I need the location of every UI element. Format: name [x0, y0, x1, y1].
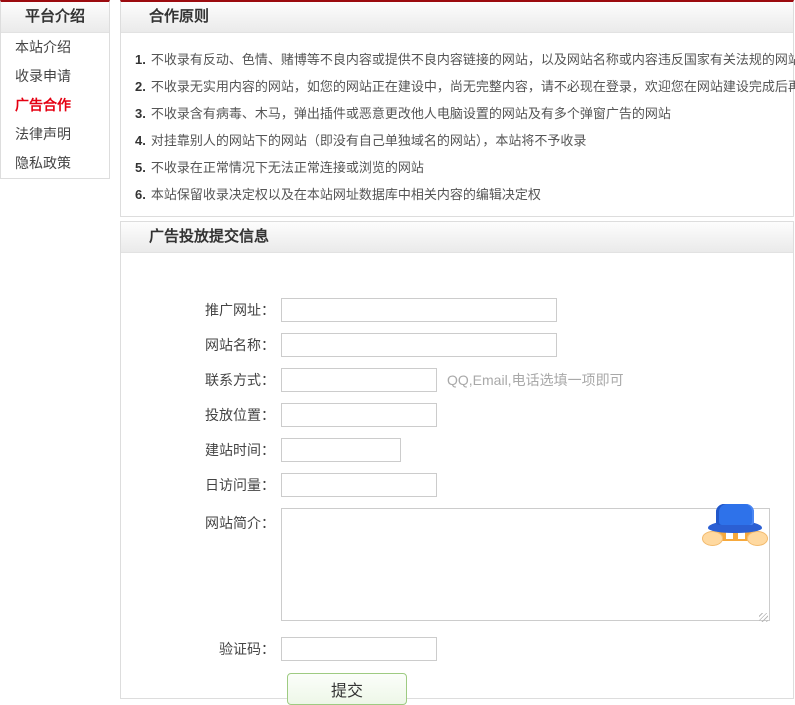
site-name-input[interactable] [281, 333, 557, 357]
sidebar-item-inclusion-apply[interactable]: 收录申请 [1, 62, 109, 91]
form-row: 网站名称： [121, 333, 793, 357]
site-created-input[interactable] [281, 438, 401, 462]
rule-text: 不收录无实用内容的网站，如您的网站正在建设中，尚无完整内容，请不必现在登录，欢迎… [151, 79, 795, 94]
mascot-left-paw [702, 531, 723, 546]
site-name-label: 网站名称： [121, 335, 281, 355]
form-row: 日访问量： [121, 473, 793, 497]
sidebar-item-ad-cooperation[interactable]: 广告合作 [1, 91, 109, 120]
sidebar: 平台介绍 本站介绍 收录申请 广告合作 法律声明 隐私政策 [0, 0, 110, 179]
rule-number: 1. [135, 52, 146, 67]
form-row: 验证码： [121, 637, 793, 661]
rule-number: 3. [135, 106, 146, 121]
ad-position-input[interactable] [281, 403, 437, 427]
rule-item: 4. 对挂靠别人的网站下的网站（即没有自己单独域名的网站），本站将不予收录 [135, 127, 779, 154]
rule-text: 不收录含有病毒、木马，弹出插件或恶意更改他人电脑设置的网站及有多个弹窗广告的网站 [151, 106, 671, 121]
rule-item: 6. 本站保留收录决定权以及在本站网址数据库中相关内容的编辑决定权 [135, 181, 779, 208]
sidebar-item-privacy-policy[interactable]: 隐私政策 [1, 149, 109, 178]
form-row: 建站时间： [121, 438, 793, 462]
site-url-input[interactable] [281, 298, 557, 322]
rule-number: 2. [135, 79, 146, 94]
site-url-label: 推广网址： [121, 300, 281, 320]
mascot-right-paw [747, 531, 768, 546]
sidebar-item-site-intro[interactable]: 本站介绍 [1, 33, 109, 62]
rule-item: 3. 不收录含有病毒、木马，弹出插件或恶意更改他人电脑设置的网站及有多个弹窗广告的… [135, 100, 779, 127]
peeking-mascot-widget[interactable] [702, 504, 768, 550]
ad-form-title: 广告投放提交信息 [121, 222, 793, 253]
submit-button[interactable]: 提交 [287, 673, 407, 705]
site-intro-textarea[interactable] [281, 508, 770, 621]
ad-position-label: 投放位置： [121, 405, 281, 425]
site-created-label: 建站时间： [121, 440, 281, 460]
sidebar-title: 平台介绍 [1, 2, 109, 33]
rule-text: 对挂靠别人的网站下的网站（即没有自己单独域名的网站），本站将不予收录 [151, 133, 587, 148]
rule-number: 4. [135, 133, 146, 148]
sidebar-menu: 本站介绍 收录申请 广告合作 法律声明 隐私政策 [1, 33, 109, 178]
captcha-input[interactable] [281, 637, 437, 661]
site-intro-label: 网站简介： [121, 508, 281, 533]
contact-input[interactable] [281, 368, 437, 392]
captcha-label: 验证码： [121, 639, 281, 659]
principles-list: 1. 不收录有反动、色情、赌博等不良内容或提供不良内容链接的网站，以及网站名称或内… [121, 33, 793, 221]
rule-text: 本站保留收录决定权以及在本站网址数据库中相关内容的编辑决定权 [151, 187, 541, 202]
rule-text: 不收录有反动、色情、赌博等不良内容或提供不良内容链接的网站，以及网站名称或内容违… [151, 52, 795, 67]
form-row: 推广网址： [121, 298, 793, 322]
daily-visits-label: 日访问量： [121, 475, 281, 495]
rule-item: 5. 不收录在正常情况下无法正常连接或浏览的网站 [135, 154, 779, 181]
mascot-blue-hat-icon [716, 504, 754, 525]
contact-hint: QQ,Email,电话选填一项即可 [447, 370, 624, 390]
ad-form-panel: 广告投放提交信息 推广网址： 网站名称： 联系方式： QQ,Email,电话选填… [120, 221, 794, 699]
contact-label: 联系方式： [121, 370, 281, 390]
rule-item: 2.不收录无实用内容的网站，如您的网站正在建设中，尚无完整内容，请不必现在登录，… [135, 73, 779, 100]
rule-item: 1.不收录有反动、色情、赌博等不良内容或提供不良内容链接的网站，以及网站名称或内… [135, 46, 779, 73]
principles-title: 合作原则 [121, 2, 793, 33]
rule-number: 6. [135, 187, 146, 202]
daily-visits-input[interactable] [281, 473, 437, 497]
form-row: 网站简介： [121, 508, 793, 626]
rule-text: 不收录在正常情况下无法正常连接或浏览的网站 [151, 160, 424, 175]
submit-row: 提交 [287, 673, 793, 705]
form-row: 投放位置： [121, 403, 793, 427]
form-row: 联系方式： QQ,Email,电话选填一项即可 [121, 368, 793, 392]
principles-panel: 合作原则 1.不收录有反动、色情、赌博等不良内容或提供不良内容链接的网站，以及网… [120, 0, 794, 217]
sidebar-item-legal-notice[interactable]: 法律声明 [1, 120, 109, 149]
ad-submission-form: 推广网址： 网站名称： 联系方式： QQ,Email,电话选填一项即可 投放位置… [121, 298, 793, 705]
rule-number: 5. [135, 160, 146, 175]
